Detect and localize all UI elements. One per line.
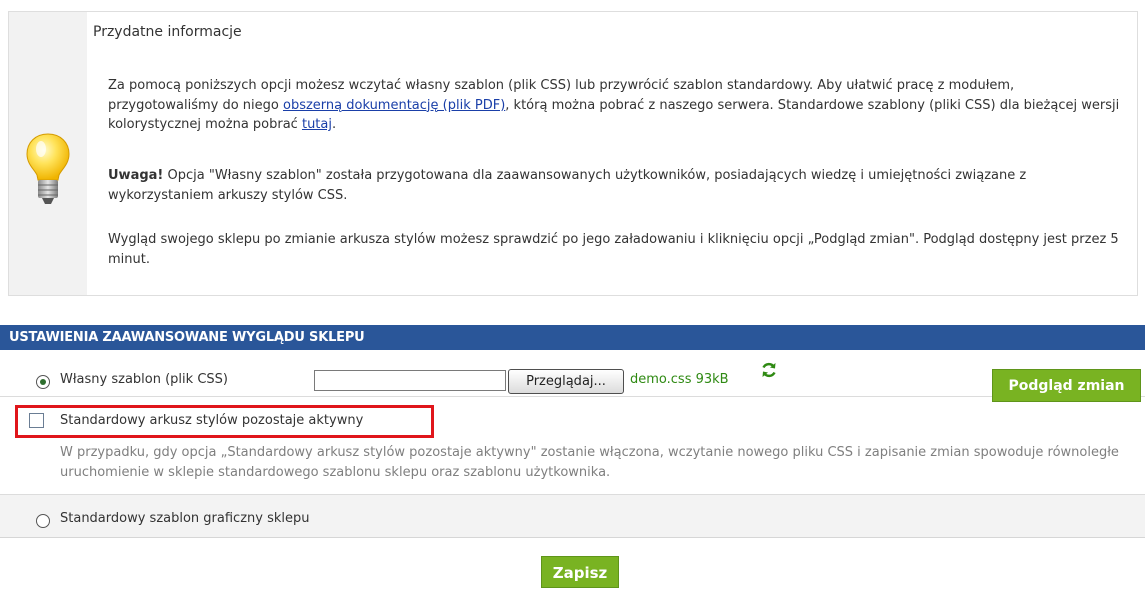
css-file-input[interactable] [314, 370, 506, 391]
info-paragraph-1: Za pomocą poniższych opcji możesz wczyta… [108, 76, 1123, 135]
custom-template-radio[interactable] [36, 375, 50, 389]
info-paragraph-3: Wygląd swojego sklepu po zmianie arkusza… [108, 232, 1119, 267]
info-text: . [331, 117, 337, 132]
standard-template-label: Standardowy szablon graficzny sklepu [60, 511, 310, 526]
download-templates-link[interactable]: tutaj [302, 117, 332, 132]
info-paragraph-2: Uwaga! Opcja "Własny szablon" została pr… [108, 166, 1123, 205]
info-title: Przydatne informacje [93, 24, 242, 40]
radio-selected-dot [40, 379, 46, 385]
panel-header: USTAWIENIA ZAAWANSOWANE WYGLĄDU SKLEPU [0, 325, 1145, 350]
uploaded-file-name: demo.css 93kB [630, 372, 729, 387]
keep-standard-label: Standardowy arkusz stylów pozostaje akty… [60, 413, 364, 428]
standard-template-radio[interactable] [36, 514, 50, 528]
save-button[interactable]: Zapisz [541, 556, 619, 588]
info-icon-column [9, 12, 87, 295]
refresh-icon[interactable] [760, 361, 778, 383]
keep-standard-checkbox[interactable] [29, 413, 44, 428]
browse-button[interactable]: Przeglądaj... [508, 369, 624, 394]
preview-changes-button[interactable]: Podgląd zmian [992, 369, 1141, 402]
info-text: Opcja "Własny szablon" została przygotow… [108, 168, 1027, 203]
warning-label: Uwaga! [108, 168, 164, 183]
lightbulb-icon [25, 132, 71, 212]
custom-template-label: Własny szablon (plik CSS) [60, 372, 228, 387]
documentation-link[interactable]: obszerną dokumentację (plik PDF) [283, 98, 505, 113]
keep-standard-note: W przypadku, gdy opcja „Standardowy arku… [60, 445, 1119, 480]
